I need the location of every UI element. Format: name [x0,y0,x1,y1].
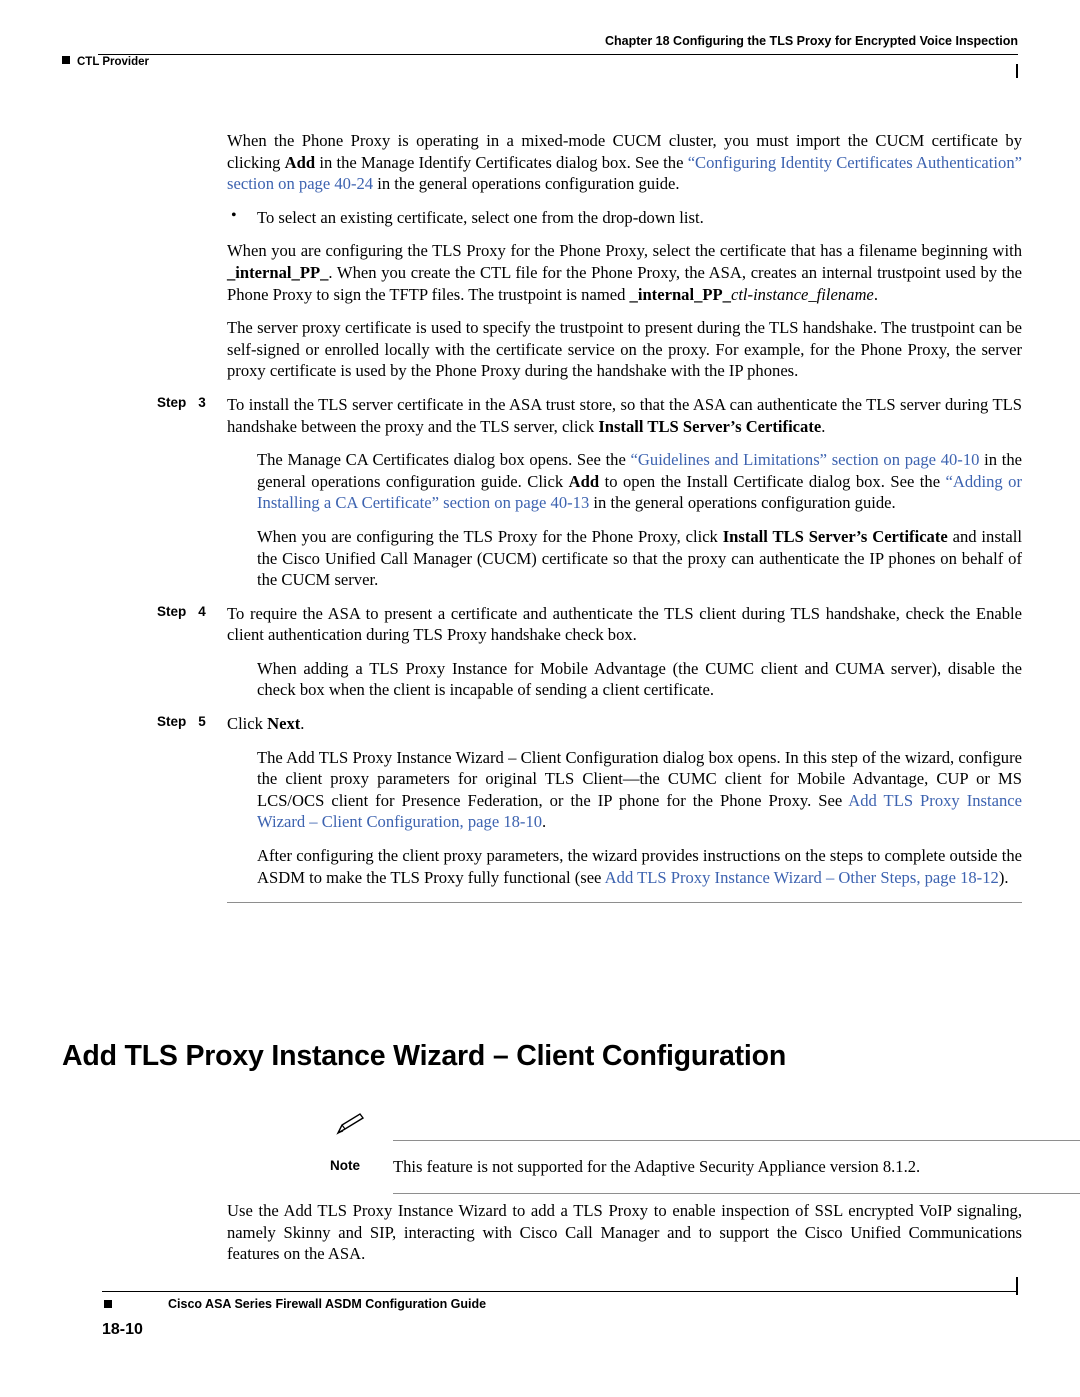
text-run: . When you create the CTL file for the P… [227,262,1022,304]
step-4: Step 4 To require the ASA to present a ce… [157,603,1022,646]
note-label: Note [330,1158,360,1173]
paragraph-manage-ca-certificates: The Manage CA Certificates dialog box op… [257,449,1022,514]
header-vertical-bar [1016,64,1018,78]
paragraph-internal-pp: When you are configuring the TLS Proxy f… [227,240,1022,305]
bullet-text: To select an existing certificate, selec… [257,207,704,227]
text-run: When you are configuring the TLS Proxy f… [257,526,723,546]
step-3-label: Step 3 [157,395,206,410]
section-divider [227,902,1022,904]
text-run: Click [227,714,268,734]
step-3-text: To install the TLS server certificate in… [227,394,1022,437]
text-run: ). [998,867,1009,887]
note-box: Note This feature is not supported for t… [330,1113,1080,1194]
header-section-text: CTL Provider [77,56,149,68]
bullet-dot-icon: • [231,206,237,224]
step-3: Step 3 To install the TLS server certific… [157,394,1022,437]
footer-vertical-bar [1016,1277,1018,1295]
step-word: Step [157,603,187,619]
paragraph-install-cucm-certificate: When you are configuring the TLS Proxy f… [257,526,1022,591]
footer-rule [102,1291,1018,1292]
text-run: When you are configuring the TLS Proxy f… [227,241,1022,261]
bold-internal-pp: _internal_PP_ [227,262,329,282]
bold-next: Next [267,714,301,734]
footer-guide-title: Cisco ASA Series Firewall ASDM Configura… [168,1297,487,1311]
text-run: The Manage CA Certificates dialog box op… [257,450,631,470]
text-run: in the general operations configuration … [589,493,896,513]
step-5-text: Click Next. [227,713,1022,735]
step-5: Step 5 Click Next. [157,713,1022,735]
cross-reference-link-guidelines[interactable]: “Guidelines and Limitations” section on … [631,450,980,469]
note-bottom-rule [393,1192,1080,1194]
italic-ctl-instance: ctl-instance_filename [730,284,874,304]
page-footer: Cisco ASA Series Firewall ASDM Configura… [62,1277,1018,1351]
step-number: 4 [198,603,206,619]
header-bullet-square [62,56,70,64]
bold-internal-pp-2: _internal_PP_ [629,284,731,304]
paragraph-mobile-advantage: When adding a TLS Proxy Instance for Mob… [257,658,1022,700]
step-word: Step [157,394,187,410]
footer-bullet-square [104,1300,112,1308]
header-rule [98,54,1018,55]
text-run: in the Manage Identify Certificates dial… [315,152,688,172]
header-chapter-title: Chapter 18 Configuring the TLS Proxy for… [604,34,1018,48]
paragraph-server-proxy-certificate: The server proxy certificate is used to … [227,318,1022,381]
footer-page-number: 18-10 [102,1321,143,1338]
text-run: . [873,284,878,304]
step-word: Step [157,714,187,730]
text-run: in the general operations configuration … [373,174,680,194]
section-heading: Add TLS Proxy Instance Wizard – Client C… [62,1040,787,1072]
step-5-label: Step 5 [157,714,206,729]
step-4-label: Step 4 [157,604,206,619]
page-header: Chapter 18 Configuring the TLS Proxy for… [62,34,1018,78]
text-run: . [821,416,826,436]
step-4-text: To require the ASA to present a certific… [227,603,1022,645]
bold-install-tls-server-certificate-2: Install TLS Server’s Certificate [722,526,948,546]
bullet-item-select-certificate: • To select an existing certificate, sel… [227,207,1022,229]
bold-install-tls-server-certificate: Install TLS Server’s Certificate [598,416,822,436]
header-section-label: CTL Provider [62,56,149,68]
bold-add: Add [284,152,316,172]
step-number: 3 [198,394,206,410]
text-run: to open the Install Certificate dialog b… [599,471,946,491]
paragraph-client-configuration-dialog: The Add TLS Proxy Instance Wizard – Clie… [257,747,1022,833]
paragraph-other-steps: After configuring the client proxy param… [257,845,1022,888]
cross-reference-link-other-steps[interactable]: Add TLS Proxy Instance Wizard – Other St… [605,868,999,887]
paragraph-wizard-overview: Use the Add TLS Proxy Instance Wizard to… [227,1201,1022,1264]
note-top-rule [393,1140,1080,1141]
document-page: Chapter 18 Configuring the TLS Proxy for… [0,0,1080,1397]
pencil-icon [336,1113,365,1135]
paragraph-cucm-import: When the Phone Proxy is operating in a m… [227,130,1022,195]
page-content: When the Phone Proxy is operating in a m… [62,130,1022,929]
text-run: . [300,714,305,734]
text-run: . [542,812,547,832]
bold-add-2: Add [568,471,600,491]
step-number: 5 [198,714,206,730]
note-text: This feature is not supported for the Ad… [393,1157,921,1176]
